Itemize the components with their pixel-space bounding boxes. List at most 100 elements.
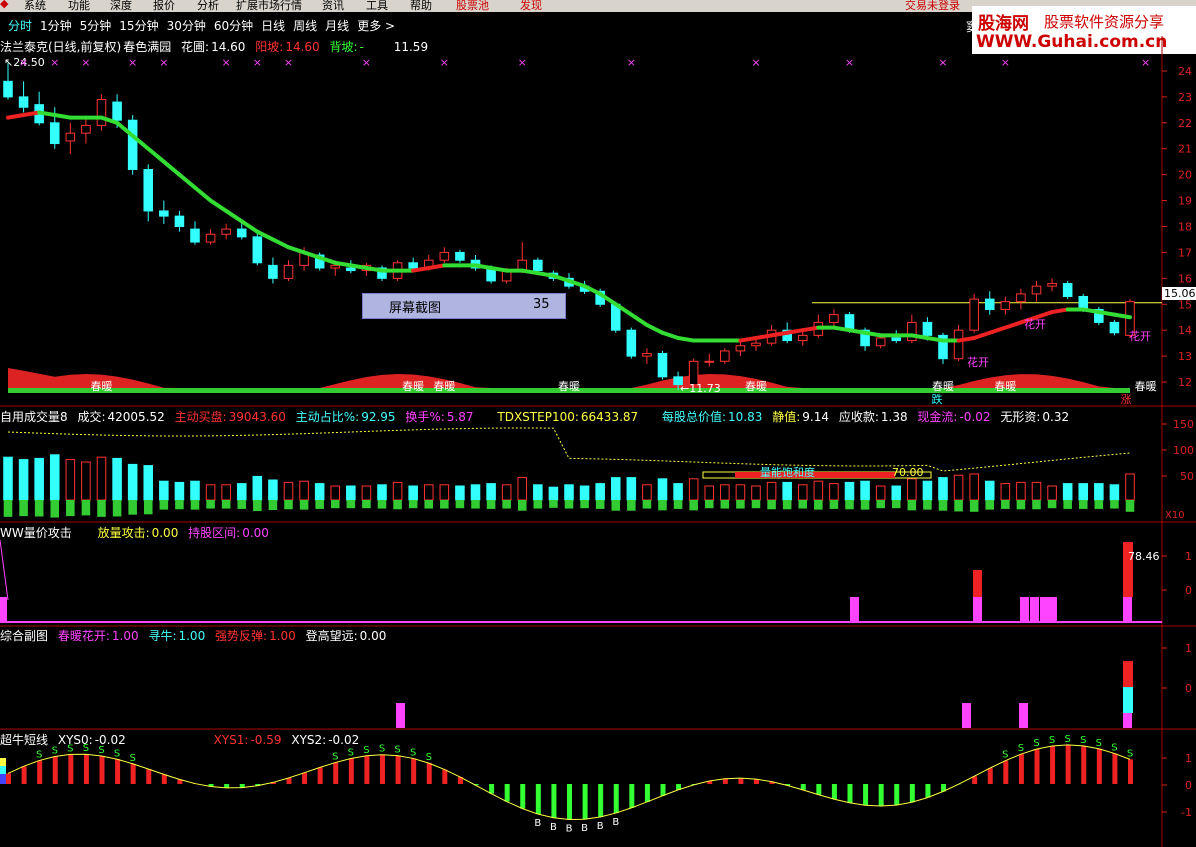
volume-neg-bar <box>533 500 543 509</box>
volume-neg-bar <box>595 500 605 509</box>
volume-bar <box>455 485 465 501</box>
price-tick-label: 15 <box>1178 298 1192 311</box>
volume-neg-bar <box>891 500 901 509</box>
candle-body <box>704 360 715 363</box>
volume-bar <box>938 477 948 501</box>
cross-marker: × <box>938 56 947 69</box>
ma-segment <box>411 265 431 273</box>
volume-bar <box>751 485 761 501</box>
volume-neg-bar <box>268 500 278 510</box>
candle-body <box>642 353 652 357</box>
sell-marker: S <box>1049 735 1055 746</box>
bull-pos-bar <box>1112 753 1118 784</box>
volume-neg-bar <box>50 500 60 518</box>
volume-bar <box>860 480 870 501</box>
volume-tick-label: 150 <box>1173 418 1194 431</box>
sell-marker: S <box>394 745 400 756</box>
bull-pos-bar <box>317 767 323 784</box>
candle-body <box>1062 283 1073 297</box>
bull-pos-bar <box>722 778 728 784</box>
bull-pos-bar <box>1003 760 1009 784</box>
cross-marker: × <box>81 56 90 69</box>
screenshot-box[interactable]: 屏幕截图 35 <box>362 293 566 319</box>
rise-label: 涨 <box>1121 393 1132 406</box>
buy-marker: B <box>581 823 588 834</box>
bull-pos-bar <box>161 774 167 784</box>
panel-dividers <box>0 36 1196 847</box>
bull-neg-bar <box>504 784 510 802</box>
candle-body <box>1031 285 1042 295</box>
screenshot-value: 35 <box>533 297 550 312</box>
attack-tick-label: 0 <box>1185 584 1192 597</box>
bull-tick-label: 0 <box>1185 779 1192 792</box>
ma-segment <box>21 110 42 118</box>
volume-neg-bar <box>814 500 823 510</box>
volume-neg-bar <box>221 500 231 509</box>
volume-neg-bar <box>564 500 574 509</box>
ma-segment <box>364 265 384 273</box>
bull-pos-bar <box>83 754 89 784</box>
buy-marker: B <box>597 821 604 832</box>
sell-marker: S <box>426 752 432 763</box>
ma-segment <box>535 271 556 278</box>
candle-body <box>1016 293 1026 303</box>
volume-bar <box>922 480 933 501</box>
volume-neg-bar <box>1063 500 1072 509</box>
volume-bar <box>969 473 979 501</box>
y-axis: 24 23 22 21 20 19 18 17 16 15 14 13 12 150 100 50 1 0 1 0 1 0… <box>1162 65 1194 819</box>
screenshot-label: 屏幕截图 <box>389 301 442 316</box>
bull-pos-bar <box>1065 744 1071 784</box>
ma-segment <box>1112 312 1132 320</box>
candle-body <box>283 264 294 279</box>
ma-segment <box>224 208 244 224</box>
volume-bar <box>408 485 418 501</box>
chart-canvas[interactable]: × × × × × × × × × × × × × × × × ×春暖 春暖 春暖 春暖 春暖 春暖 春暖 春暖花开花开花开跌… <box>0 0 1196 847</box>
sell-marker: S <box>67 743 73 754</box>
volume-bar <box>610 477 621 501</box>
volume-bar <box>3 456 13 501</box>
buy-marker: B <box>612 817 619 828</box>
ma-segment <box>769 330 790 338</box>
bull-neg-bar <box>894 784 900 806</box>
volume-neg-bar <box>720 500 730 509</box>
volume-bar <box>626 477 637 501</box>
volume-bar <box>673 483 683 501</box>
cross-marker: × <box>253 56 262 69</box>
bloom-label: 花开 <box>1024 318 1046 331</box>
ma-segment <box>270 237 291 250</box>
volume-bar <box>486 483 496 501</box>
bull-pos-bar <box>1018 754 1024 784</box>
price-tick-label: 23 <box>1178 91 1192 104</box>
volume-neg-bar <box>876 500 885 509</box>
price-tick-label: 13 <box>1178 350 1192 363</box>
candle-body <box>96 98 107 126</box>
ma-segment <box>520 268 540 276</box>
attack-bar <box>1048 597 1057 622</box>
bull-histogram: S S S S S S S S S S S S S SB B B B B BSS S S S S S SS <box>0 734 1133 835</box>
volume-bar <box>1031 481 1042 501</box>
ma-segment <box>1096 310 1117 317</box>
volume-bar <box>579 485 590 501</box>
bull-tick-label: -1 <box>1181 806 1192 819</box>
volume-neg-bar <box>517 500 527 511</box>
volume-neg-bar <box>455 500 465 509</box>
volume-bar <box>81 461 91 501</box>
volume-neg-bar <box>377 500 387 509</box>
buy-marker: B <box>566 824 573 835</box>
sell-marker: S <box>36 750 42 761</box>
combo-bar <box>396 703 405 728</box>
bull-neg-bar <box>520 784 526 809</box>
attack-bar <box>850 597 859 622</box>
candle-body <box>65 132 76 142</box>
bull-pos-bar <box>1128 759 1133 784</box>
bull-pos-bar <box>6 773 11 784</box>
volume-bar <box>96 456 107 501</box>
bull-neg-bar <box>582 784 588 820</box>
sell-marker: S <box>1096 738 1102 749</box>
volume-neg-bar <box>128 500 137 515</box>
low-marker: ←11.73 <box>680 382 721 395</box>
price-tick-label: 17 <box>1178 246 1192 259</box>
bull-pos-bar <box>68 754 74 784</box>
volume-neg-bar <box>1016 500 1026 510</box>
volume-neg-bar <box>1078 500 1088 509</box>
